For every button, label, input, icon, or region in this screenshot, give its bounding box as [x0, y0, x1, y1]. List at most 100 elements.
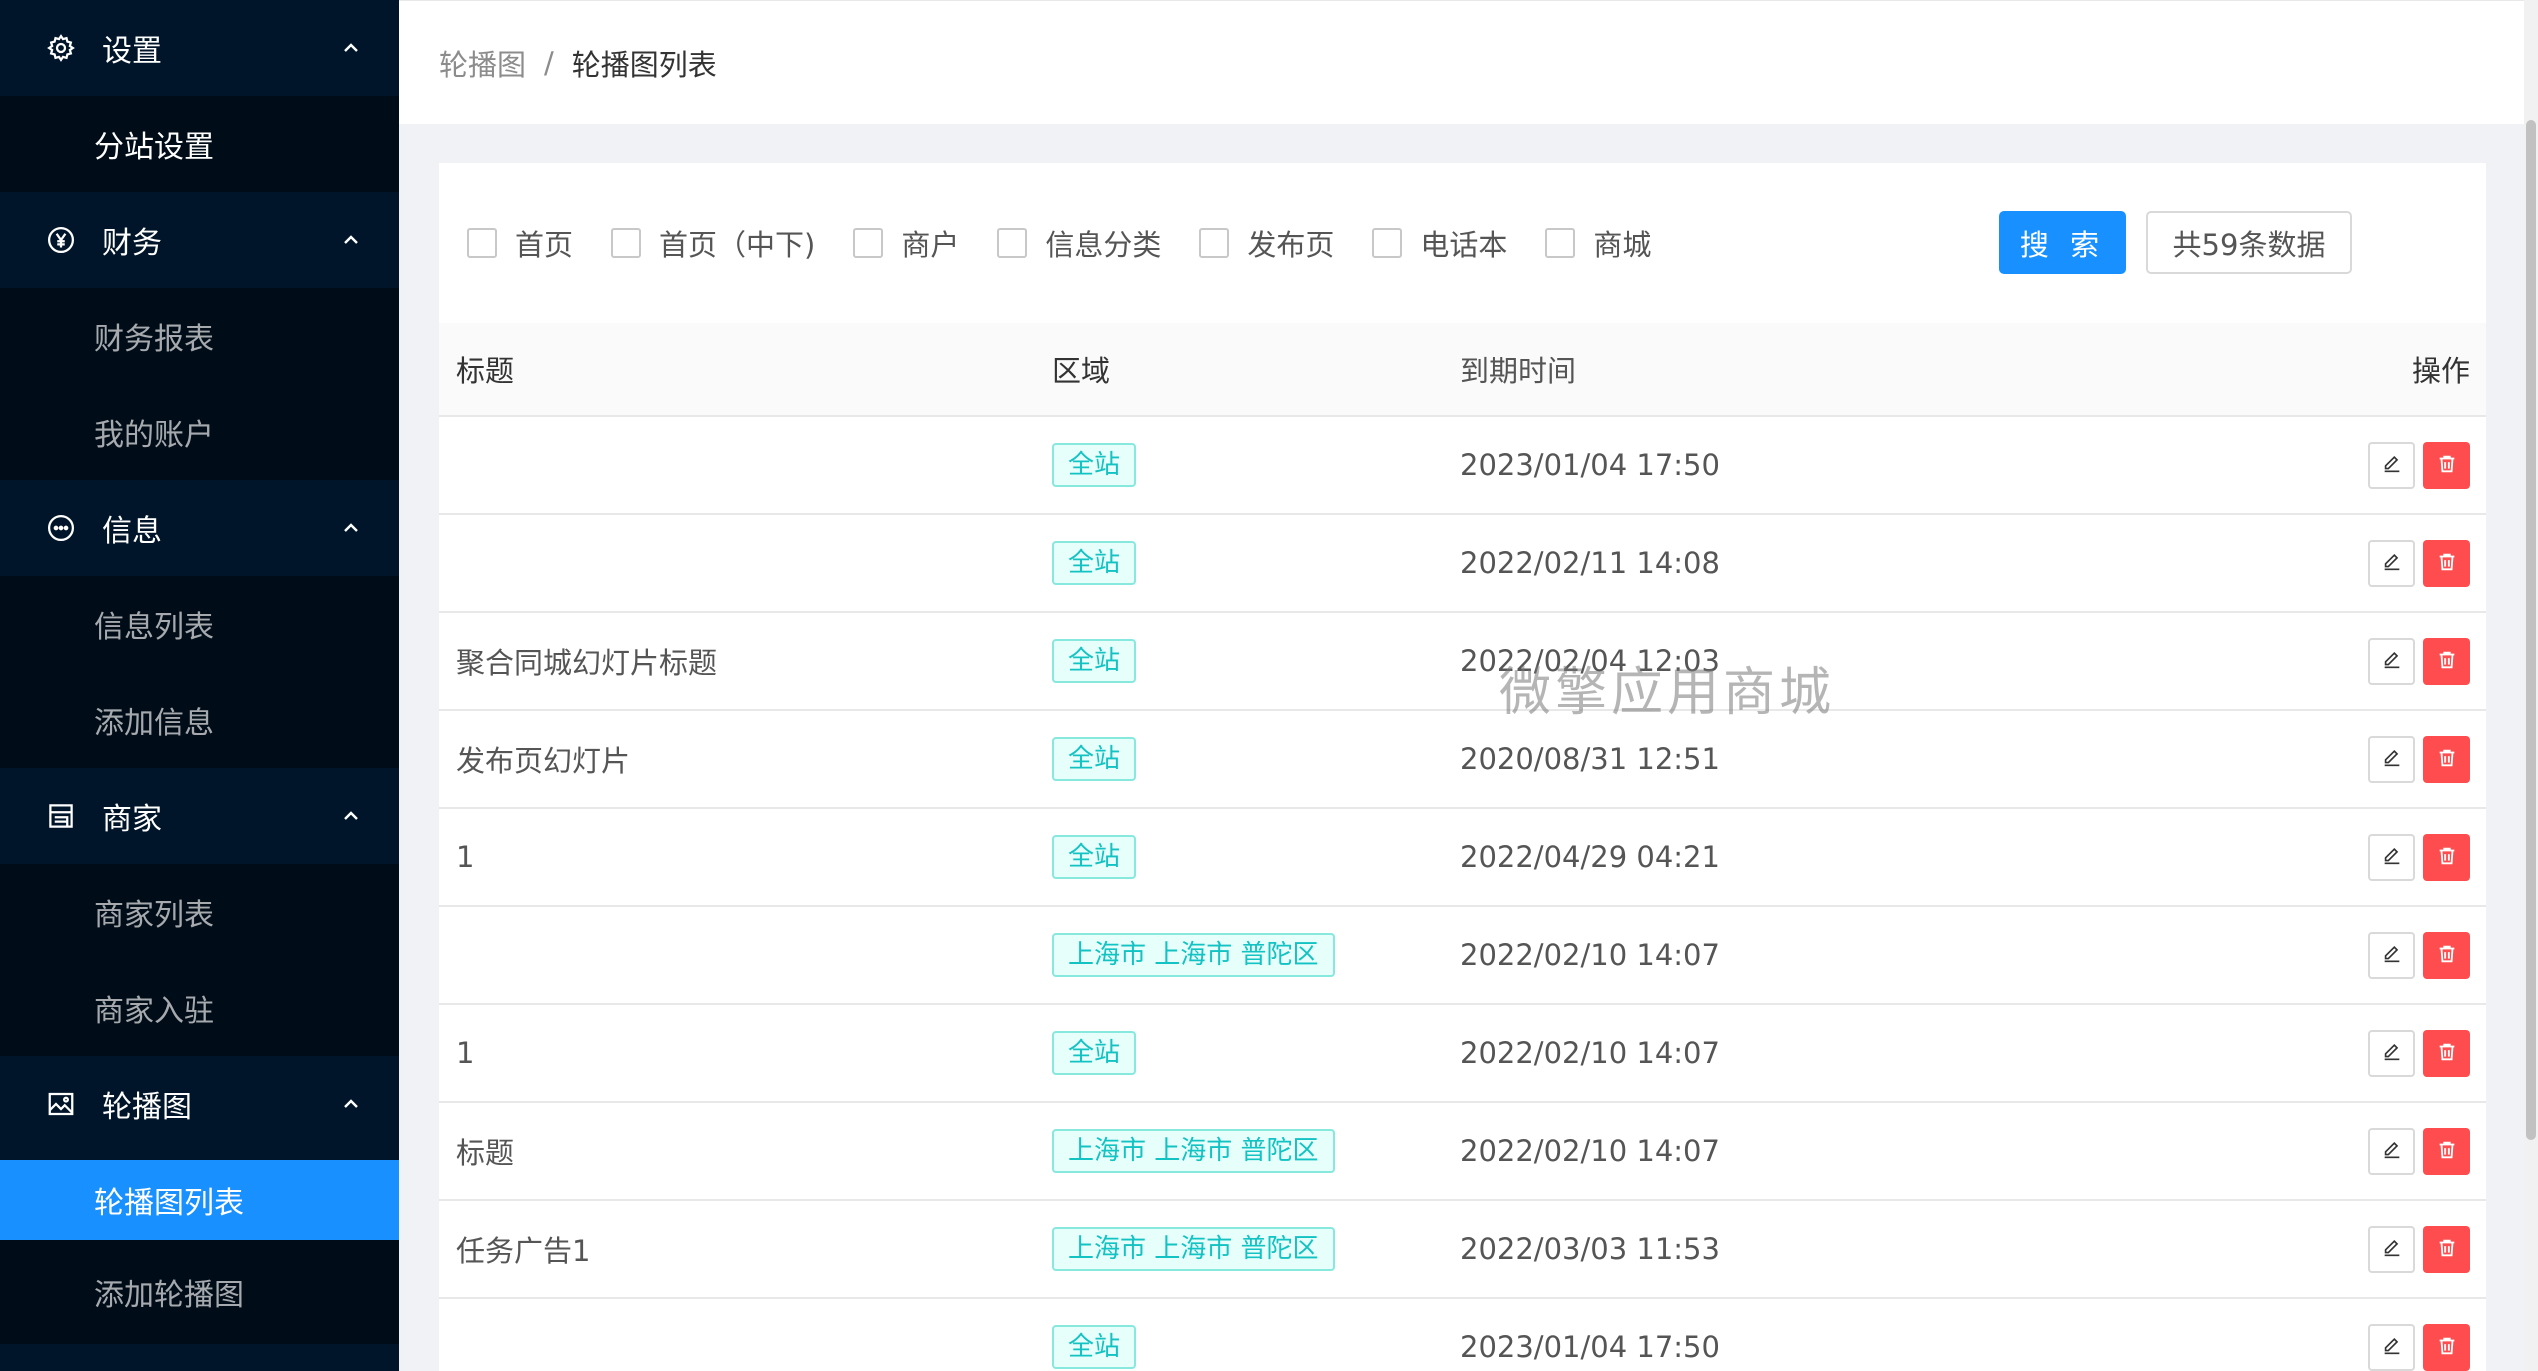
edit-button[interactable]: [2368, 931, 2415, 979]
operation-buttons: [2368, 833, 2470, 881]
cell-region: 全站: [1052, 514, 1460, 613]
cell-region: 上海市 上海市 普陀区: [1052, 1200, 1460, 1299]
edit-button[interactable]: [2368, 539, 2415, 587]
sidebar-item-merchant-join[interactable]: 商家入驻: [0, 960, 399, 1056]
checkbox-box[interactable]: [611, 228, 642, 258]
region-tag: 上海市 上海市 普陀区: [1052, 1227, 1335, 1271]
cell-expire: 2022/02/11 14:08: [1460, 514, 2160, 613]
scrollbar-thumb[interactable]: [2526, 120, 2536, 1140]
edit-button[interactable]: [2368, 833, 2415, 881]
menu-group-finance[interactable]: 财务: [0, 192, 399, 288]
filter-checkbox-publish-page[interactable]: 发布页: [1199, 222, 1334, 264]
trash-icon: [2436, 1335, 2458, 1360]
trash-icon: [2436, 551, 2458, 576]
cell-expire: 2023/01/04 17:50: [1460, 416, 2160, 515]
cell-region: 上海市 上海市 普陀区: [1052, 1102, 1460, 1201]
menu-group-label: 商家: [102, 802, 162, 837]
sidebar-item-add-carousel[interactable]: 添加轮播图: [0, 1240, 399, 1344]
edit-button[interactable]: [2368, 735, 2415, 783]
cell-title: 1: [439, 808, 1052, 907]
table-row: 1 全站 2022/02/10 14:07: [439, 1004, 2486, 1103]
edit-button[interactable]: [2368, 1127, 2415, 1175]
operation-buttons: [2368, 637, 2470, 685]
filter-checkbox-info-category[interactable]: 信息分类: [997, 222, 1161, 264]
delete-button[interactable]: [2423, 539, 2470, 587]
checkbox-label: 信息分类: [1045, 228, 1162, 262]
cell-region: 上海市 上海市 普陀区: [1052, 906, 1460, 1005]
cell-title: 1: [439, 1004, 1052, 1103]
operation-buttons: [2368, 1225, 2470, 1273]
checkbox-box[interactable]: [1545, 228, 1576, 258]
edit-button[interactable]: [2368, 1029, 2415, 1077]
sidebar-item-add-info[interactable]: 添加信息: [0, 672, 399, 768]
delete-button[interactable]: [2423, 1029, 2470, 1077]
sidebar-item-carousel-list[interactable]: 轮播图列表: [0, 1160, 399, 1240]
breadcrumb-separator: /: [544, 45, 554, 80]
checkbox-box[interactable]: [1372, 228, 1403, 258]
sidebar-item-my-account[interactable]: 我的账户: [0, 384, 399, 480]
menu-group-settings[interactable]: 设置: [0, 0, 399, 96]
checkbox-box[interactable]: [997, 228, 1028, 258]
delete-button[interactable]: [2423, 1225, 2470, 1273]
page-scrollbar[interactable]: [2524, 0, 2538, 1371]
checkbox-box[interactable]: [467, 228, 497, 258]
menu-group-info[interactable]: 信息: [0, 480, 399, 576]
table-row: 聚合同城幻灯片标题 全站 2022/02/04 12:03: [439, 612, 2486, 711]
checkbox-label: 首页: [515, 228, 574, 262]
cell-title: 发布页幻灯片: [439, 710, 1052, 809]
region-tag: 上海市 上海市 普陀区: [1052, 1129, 1335, 1173]
search-button[interactable]: 搜 索: [1999, 211, 2126, 274]
sidebar-item-info-list[interactable]: 信息列表: [0, 576, 399, 672]
delete-button[interactable]: [2423, 833, 2470, 881]
column-header-expire: 到期时间: [1460, 323, 2160, 417]
carousel-table: 标题 区域 到期时间 操作 全站 2023/01/04 17:50 全站 2022/0…: [439, 323, 2486, 1371]
filter-checkbox-merchant[interactable]: 商户: [853, 222, 959, 264]
cell-expire: 2022/02/10 14:07: [1460, 1004, 2160, 1103]
pencil-icon: [2381, 1139, 2403, 1164]
edit-button[interactable]: [2368, 637, 2415, 685]
operation-buttons: [2368, 1029, 2470, 1077]
chevron-up-icon: [339, 516, 363, 540]
sidebar-item-substation-settings[interactable]: 分站设置: [0, 96, 399, 192]
delete-button[interactable]: [2423, 1323, 2470, 1371]
region-tag: 全站: [1052, 1325, 1137, 1369]
edit-button[interactable]: [2368, 1323, 2415, 1371]
edit-button[interactable]: [2368, 1225, 2415, 1273]
region-tag: 全站: [1052, 737, 1137, 781]
delete-button[interactable]: [2423, 1127, 2470, 1175]
checkbox-box[interactable]: [1199, 228, 1230, 258]
cell-region: 全站: [1052, 808, 1460, 907]
filter-checkbox-mall[interactable]: 商城: [1545, 222, 1651, 264]
breadcrumb: 轮播图 / 轮播图列表: [399, 0, 2524, 124]
submenu-merchant: 商家列表 商家入驻: [0, 864, 399, 1056]
column-header-region: 区域: [1052, 323, 1460, 417]
pencil-icon: [2381, 1335, 2403, 1360]
breadcrumb-parent[interactable]: 轮播图: [439, 42, 526, 84]
sidebar-item-merchant-list[interactable]: 商家列表: [0, 864, 399, 960]
edit-button[interactable]: [2368, 441, 2415, 489]
cell-region: 全站: [1052, 416, 1460, 515]
delete-button[interactable]: [2423, 637, 2470, 685]
total-count-button[interactable]: 共59条数据: [2146, 211, 2352, 274]
checkbox-label: 发布页: [1247, 228, 1335, 262]
sidebar-item-financial-report[interactable]: 财务报表: [0, 288, 399, 384]
region-tag: 上海市 上海市 普陀区: [1052, 933, 1335, 977]
pencil-icon: [2381, 845, 2403, 870]
cell-expire: 2022/03/03 11:53: [1460, 1200, 2160, 1299]
cell-operation: [2160, 1200, 2486, 1299]
filter-checkbox-home-mid[interactable]: 首页（中下): [611, 222, 815, 264]
cell-region: 全站: [1052, 612, 1460, 711]
filter-checkbox-home[interactable]: 首页: [467, 222, 573, 264]
cell-title: 标题: [439, 1102, 1052, 1201]
sidebar: 设置 分站设置 财务 财务报表 我的账户 信息 信息列表 添加信息 商家 商家列…: [0, 0, 399, 1371]
menu-group-carousel[interactable]: 轮播图: [0, 1056, 399, 1152]
delete-button[interactable]: [2423, 735, 2470, 783]
menu-group-merchant[interactable]: 商家: [0, 768, 399, 864]
checkbox-box[interactable]: [853, 228, 884, 258]
region-tag: 全站: [1052, 835, 1137, 879]
delete-button[interactable]: [2423, 931, 2470, 979]
pencil-icon: [2381, 1041, 2403, 1066]
filter-checkbox-phonebook[interactable]: 电话本: [1372, 222, 1507, 264]
gear-icon: [44, 31, 78, 65]
delete-button[interactable]: [2423, 441, 2470, 489]
